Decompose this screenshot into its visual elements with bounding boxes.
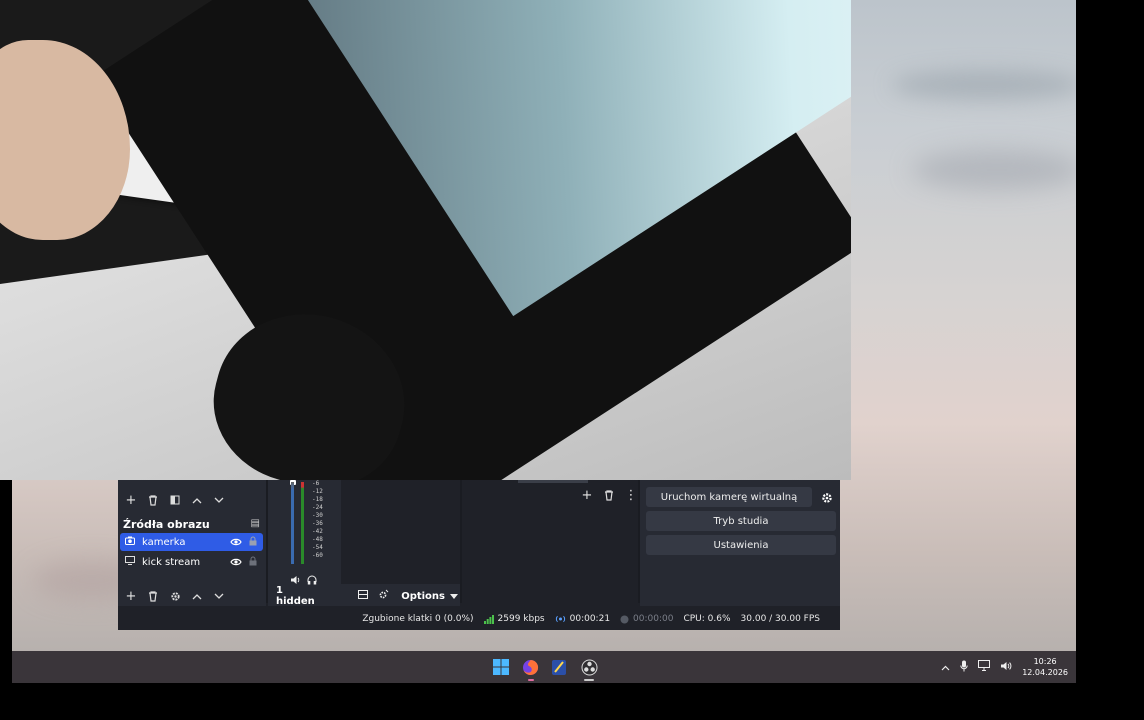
mixer-footer: 1 hidden Options: [268, 585, 458, 607]
studio-mode-button[interactable]: Tryb studia: [646, 511, 836, 531]
clock-time: 10:26: [1033, 657, 1057, 666]
sources-toolbar: +: [122, 587, 228, 605]
firefox-icon[interactable]: [519, 656, 541, 678]
meter-tick: -24: [312, 504, 323, 511]
stream-time-value: 00:00:21: [569, 614, 611, 624]
record-time-value: 00:00:00: [633, 614, 674, 624]
gear-icon: [822, 493, 832, 503]
transitions-toolbar: + ⋮: [578, 486, 640, 504]
meter-tick: -18: [312, 496, 323, 503]
source-down-button[interactable]: [210, 587, 228, 605]
source-item-kick-stream[interactable]: kick stream: [120, 553, 263, 571]
meter-bar-left: [291, 482, 294, 564]
eye-icon[interactable]: [229, 556, 243, 569]
meter-tick: -12: [312, 488, 323, 495]
start-virtual-camera-button[interactable]: Uruchom kamerę wirtualną: [646, 487, 812, 507]
meter-tick: -54: [312, 544, 323, 551]
scene-filters-button[interactable]: [166, 491, 184, 509]
firefox-active-indicator: [528, 679, 534, 681]
cloud: [912, 150, 1076, 190]
chevron-up-icon[interactable]: [941, 661, 950, 674]
lock-icon[interactable]: [246, 536, 260, 549]
meter-tick: -60: [312, 552, 323, 559]
layout-toggle-icon[interactable]: [358, 590, 369, 602]
bitrate-status: 2599 kbps: [483, 614, 545, 624]
transitions-dock: + ⋮: [462, 480, 638, 606]
fps-status: 30.00 / 30.00 FPS: [740, 614, 820, 624]
remove-source-button[interactable]: [144, 587, 162, 605]
meter-tick: -48: [312, 536, 323, 543]
eye-icon[interactable]: [229, 536, 243, 549]
source-label: kick stream: [142, 556, 201, 568]
network-icon[interactable]: [978, 660, 991, 674]
camera-icon: [125, 536, 139, 548]
monitor-icon: [125, 556, 139, 568]
sources-title: Źródła obrazu: [123, 518, 210, 531]
remove-scene-button[interactable]: [144, 491, 162, 509]
system-tray: 10:26 12.04.2026: [941, 651, 1068, 683]
signal-bars-icon: [483, 614, 494, 624]
status-bar: Zgubione klatki 0 (0.0%) 2599 kbps 00:00…: [118, 608, 840, 630]
source-label: kamerka: [142, 536, 186, 548]
cpu-usage: CPU: 0.6%: [683, 614, 731, 624]
preview-overlay: [0, 0, 851, 480]
source-properties-button[interactable]: [166, 587, 184, 605]
speaker-icon[interactable]: [1000, 661, 1012, 674]
advanced-audio-icon[interactable]: [378, 589, 389, 603]
meter-tick: -42: [312, 528, 323, 535]
scene-up-button[interactable]: [188, 491, 206, 509]
volume-meter: -6 -12 -18 -24 -30 -36 -42 -48 -54 -60: [288, 480, 323, 568]
windows-start-icon[interactable]: [490, 656, 512, 678]
settings-button[interactable]: Ustawienia: [646, 535, 836, 555]
obs-active-indicator: [584, 679, 594, 681]
stream-time: 00:00:21: [555, 614, 610, 624]
options-label: Options: [401, 590, 445, 602]
bitrate-value: 2599 kbps: [497, 614, 545, 624]
add-transition-button[interactable]: +: [578, 486, 596, 504]
microphone-icon[interactable]: [960, 660, 968, 675]
scenes-toolbar: +: [122, 491, 228, 509]
scene-down-button[interactable]: [210, 491, 228, 509]
add-scene-button[interactable]: +: [122, 491, 140, 509]
record-icon: [620, 615, 629, 623]
chevron-down-icon: [450, 593, 458, 599]
audio-mixer-dock: -6 -12 -18 -24 -30 -36 -42 -48 -54 -60 1…: [268, 480, 460, 607]
options-dropdown[interactable]: Options: [401, 591, 458, 602]
hidden-sources-count[interactable]: 1 hidden: [276, 585, 324, 607]
cloud: [892, 70, 1076, 100]
meter-bar-right: [301, 482, 304, 564]
dock-options-icon[interactable]: ▤: [251, 518, 260, 529]
camera-preview: [0, 0, 851, 480]
dropped-frames: Zgubione klatki 0 (0.0%): [362, 614, 474, 624]
meter-tick: -6: [312, 480, 320, 487]
taskbar: 10:26 12.04.2026: [12, 651, 1076, 683]
broadcast-icon: [555, 615, 565, 623]
meter-tick: -30: [312, 512, 323, 519]
meter-tick: -36: [312, 520, 323, 527]
source-item-kamerka[interactable]: kamerka: [120, 533, 263, 551]
virtual-camera-settings-button[interactable]: [818, 489, 836, 507]
notepad-icon[interactable]: [548, 656, 570, 678]
taskbar-clock[interactable]: 10:26 12.04.2026: [1022, 656, 1068, 678]
add-source-button[interactable]: +: [122, 587, 140, 605]
clock-date: 12.04.2026: [1022, 668, 1068, 677]
sources-dock: + Źródła obrazu ▤ kamerka kick stream +: [118, 480, 266, 606]
remove-transition-button[interactable]: [600, 486, 618, 504]
obs-icon[interactable]: [578, 656, 600, 678]
mixer-empty-area: [341, 480, 460, 584]
obs-window: + Źródła obrazu ▤ kamerka kick stream + …: [118, 480, 840, 630]
source-up-button[interactable]: [188, 587, 206, 605]
record-time: 00:00:00: [620, 614, 673, 624]
lock-icon[interactable]: [246, 556, 260, 569]
transition-select-edge: [518, 480, 588, 483]
